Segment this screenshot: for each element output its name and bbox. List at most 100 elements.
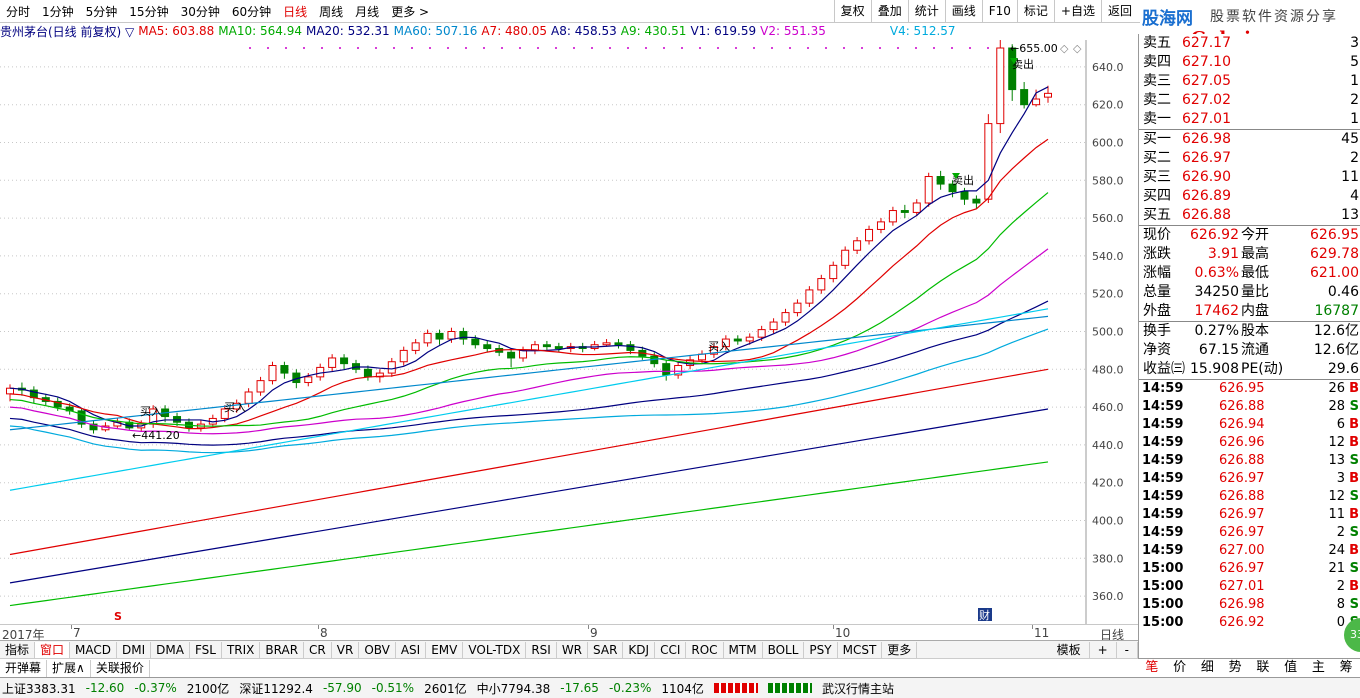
indicator-tab-14[interactable]: RSI: [526, 641, 557, 659]
period-tab-5[interactable]: 60分钟: [226, 3, 277, 20]
indicator-tab-4[interactable]: DMA: [151, 641, 190, 659]
bottom-tab-1[interactable]: 扩展∧: [47, 659, 91, 677]
bid-price: 626.98: [1182, 131, 1231, 147]
period-tab-7[interactable]: 周线: [313, 3, 349, 20]
candle-body: [900, 210, 909, 213]
quote-tab-3[interactable]: 势: [1221, 659, 1249, 677]
stat-value: 67.15: [1198, 342, 1239, 358]
period-tab-2[interactable]: 5分钟: [80, 3, 124, 20]
quote-tab-5[interactable]: 值: [1277, 659, 1305, 677]
period-tab-6[interactable]: 日线: [277, 3, 313, 20]
stat-label: 净资: [1143, 342, 1171, 358]
quote-tab-0[interactable]: 笔: [1138, 659, 1166, 677]
index-sz[interactable]: 深证11292.4: [239, 680, 313, 697]
tick-volume: 13: [1328, 453, 1345, 468]
stock-title[interactable]: 贵州茅台(日线 前复权) ▽: [0, 23, 134, 40]
quote-tab-6[interactable]: 主: [1305, 659, 1333, 677]
indicator-tab-16[interactable]: SAR: [588, 641, 624, 659]
quote-panel: 卖五 627.17 3 卖四 627.10 5 卖三 627.05 1 卖二 627.02 2 卖一 62…: [1138, 34, 1360, 658]
stat-value: 0.63%: [1194, 265, 1239, 281]
toolbar-button-3[interactable]: 画线: [944, 0, 982, 22]
candle-body: [924, 176, 933, 204]
tick-price: 627.01: [1219, 579, 1265, 594]
period-tab-3[interactable]: 15分钟: [123, 3, 174, 20]
quote-tab-1[interactable]: 价: [1166, 659, 1194, 677]
y-tick-label: 580.0: [1092, 174, 1124, 187]
index-sh[interactable]: 上证3383.31: [2, 680, 76, 697]
bid-volume: 13: [1341, 207, 1359, 223]
quote-tab-4[interactable]: 联: [1249, 659, 1277, 677]
y-tick-label: 520.0: [1092, 288, 1124, 301]
indicator-tab-6[interactable]: TRIX: [222, 641, 261, 659]
long-ma-5: [9, 461, 1049, 607]
indicator-right-button-2[interactable]: -: [1117, 641, 1138, 659]
indicator-tab-12[interactable]: EMV: [426, 641, 464, 659]
toolbar-button-4[interactable]: F10: [981, 0, 1017, 22]
period-tab-8[interactable]: 月线: [349, 3, 385, 20]
index-zx[interactable]: 中小7794.38: [477, 680, 551, 697]
indicator-tab-18[interactable]: CCI: [655, 641, 687, 659]
indicator-tab-11[interactable]: ASI: [396, 641, 427, 659]
indicator-tab-2[interactable]: MACD: [70, 641, 118, 659]
toolbar-button-5[interactable]: 标记: [1016, 0, 1054, 22]
ma30-line: [9, 248, 1049, 435]
indicator-tab-0[interactable]: 指标: [0, 641, 36, 659]
bottom-tab-0[interactable]: 开弹幕: [0, 659, 48, 677]
indicator-tab-bar: 指标 窗口 MACD DMI DMA FSL TRIX BRAR CR VR OBV ASI EMV VO…: [0, 640, 1138, 659]
quote-row: 总量 34250 量比 0.46: [1139, 283, 1360, 302]
indicator-tab-19[interactable]: ROC: [686, 641, 724, 659]
indicator-tab-15[interactable]: WR: [557, 641, 589, 659]
server-name[interactable]: 武汉行情主站: [822, 680, 894, 697]
indicator-tab-5[interactable]: FSL: [190, 641, 222, 659]
indicator-tab-9[interactable]: VR: [332, 641, 360, 659]
period-tab-9[interactable]: 更多 >: [385, 3, 435, 20]
indicator-right-button-0[interactable]: 模板: [1049, 641, 1090, 659]
quote-tab-7[interactable]: 筹: [1332, 659, 1360, 677]
indicator-tab-22[interactable]: PSY: [804, 641, 838, 659]
toolbar-button-0[interactable]: 复权: [833, 0, 871, 22]
stat-label-2: 内盘: [1241, 303, 1269, 319]
toolbar-button-6[interactable]: +自选: [1053, 0, 1101, 22]
ask-label: 卖四: [1143, 54, 1171, 70]
candle-body: [888, 210, 897, 223]
indicator-tab-7[interactable]: BRAR: [260, 641, 305, 659]
toolbar-button-2[interactable]: 统计: [907, 0, 945, 22]
tick-time: 14:59: [1142, 417, 1184, 432]
indicator-tab-3[interactable]: DMI: [117, 641, 152, 659]
indicator-tab-17[interactable]: KDJ: [623, 641, 656, 659]
tick-direction: B: [1349, 417, 1359, 432]
signal-dot: [951, 47, 953, 49]
period-tab-0[interactable]: 分时: [0, 3, 36, 20]
indicator-tab-21[interactable]: BOLL: [763, 641, 805, 659]
ma10-line: [9, 138, 1049, 430]
signal-dot: [465, 47, 467, 49]
kline-chart[interactable]: 640.0 620.0 600.0 580.0 560.0 540.0 520.0 500.0…: [0, 40, 1138, 624]
bottom-tab-2[interactable]: 关联报价: [91, 659, 150, 677]
quote-row: 15:00 627.01 2 B: [1139, 578, 1360, 596]
ma-label-2: MA20: 532.31: [305, 24, 390, 38]
tick-time: 14:59: [1142, 471, 1184, 486]
quote-row: 14:59 626.88 28 S: [1139, 398, 1360, 416]
indicator-tab-10[interactable]: OBV: [359, 641, 396, 659]
tick-volume: 6: [1336, 417, 1345, 432]
period-tab-4[interactable]: 30分钟: [175, 3, 226, 20]
ask-price: 627.10: [1182, 54, 1231, 70]
period-tab-1[interactable]: 1分钟: [36, 3, 80, 20]
tick-direction: B: [1349, 507, 1359, 522]
indicator-tab-24[interactable]: 更多: [882, 641, 918, 659]
indicator-tab-1[interactable]: 窗口: [35, 641, 71, 659]
toolbar-button-7[interactable]: 返回: [1100, 0, 1138, 22]
toolbar-button-1[interactable]: 叠加: [870, 0, 908, 22]
ask-label: 卖一: [1143, 111, 1171, 127]
indicator-tab-8[interactable]: CR: [304, 641, 332, 659]
ask-price: 627.02: [1182, 92, 1231, 108]
tick-price: 626.95: [1219, 381, 1265, 396]
tick-time: 14:59: [1142, 543, 1184, 558]
signal-dot: [825, 47, 827, 49]
quote-tab-2[interactable]: 细: [1194, 659, 1222, 677]
indicator-right-button-1[interactable]: +: [1090, 641, 1117, 659]
indicator-tab-23[interactable]: MCST: [838, 641, 883, 659]
candle-body: [507, 351, 516, 359]
indicator-tab-20[interactable]: MTM: [724, 641, 763, 659]
indicator-tab-13[interactable]: VOL-TDX: [463, 641, 527, 659]
